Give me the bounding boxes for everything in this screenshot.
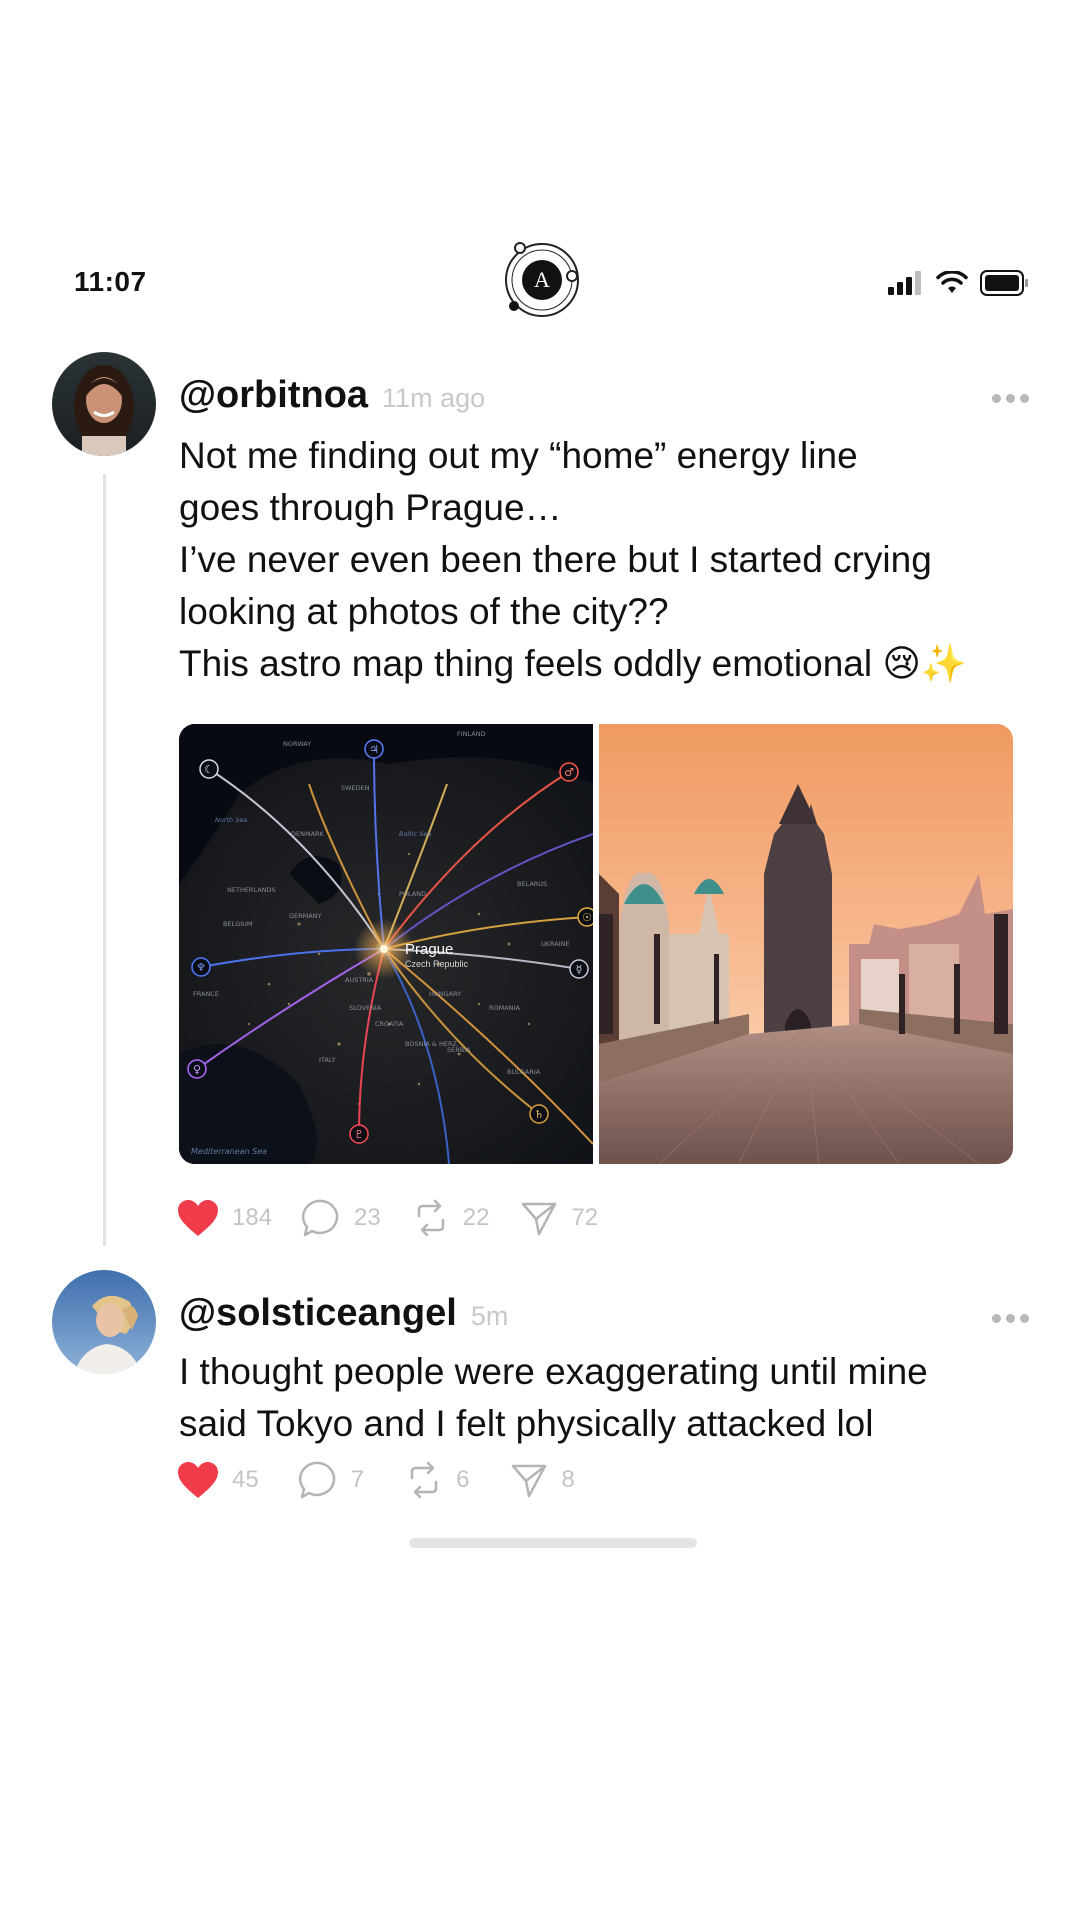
post-text-line: I thought people were exaggerating until… — [179, 1351, 928, 1392]
post-media-gallery[interactable]: ☾ ♃ ♂ ☉ ☿ ♆ ♀ ♇ ♄ NORWAY FINLAND SWEDEN … — [179, 724, 1013, 1164]
more-options-icon[interactable] — [992, 1312, 1032, 1324]
comment-count: 23 — [354, 1204, 381, 1231]
like-button[interactable]: 45 — [176, 1460, 259, 1500]
map-label: NORWAY — [283, 740, 311, 748]
map-label: Baltic Sea — [399, 830, 431, 838]
like-button[interactable]: 184 — [176, 1198, 272, 1238]
comment-button[interactable]: 23 — [302, 1198, 381, 1238]
status-time: 11:07 — [74, 266, 147, 297]
map-country-label: Czech Republic — [405, 959, 469, 969]
svg-text:♆: ♆ — [196, 961, 206, 974]
post-text: Not me finding out my “home” energy line… — [179, 430, 1009, 690]
map-label: SLOVENIA — [349, 1004, 382, 1012]
map-label: AUSTRIA — [345, 976, 374, 984]
map-label: ITALY — [319, 1056, 336, 1064]
svg-text:♂: ♂ — [564, 766, 574, 779]
map-label: North Sea — [215, 816, 247, 824]
heart-filled-icon — [178, 1462, 218, 1498]
post-text-line: This astro map thing feels oddly emotion… — [179, 643, 968, 684]
prague-photo-graphic — [599, 724, 1013, 1164]
map-label: CROATIA — [375, 1020, 404, 1028]
svg-text:♄: ♄ — [534, 1108, 544, 1121]
like-count: 184 — [232, 1204, 273, 1231]
send-paper-plane-icon — [512, 1464, 547, 1498]
post-header: @orbitnoa 11m ago — [179, 374, 485, 417]
username[interactable]: @orbitnoa — [179, 374, 368, 417]
astro-map-image[interactable]: ☾ ♃ ♂ ☉ ☿ ♆ ♀ ♇ ♄ NORWAY FINLAND SWEDEN … — [179, 724, 593, 1164]
post-text-line: Not me finding out my “home” energy line — [179, 435, 858, 476]
comment-bubble-icon — [302, 1199, 339, 1237]
status-icons — [888, 270, 1030, 296]
map-label: NETHERLANDS — [227, 886, 276, 894]
post-actions: 45 7 6 8 — [176, 1460, 605, 1500]
timestamp: 11m ago — [382, 383, 486, 413]
avatar[interactable] — [52, 352, 156, 456]
comment-button[interactable]: 7 — [298, 1460, 365, 1500]
svg-text:☉: ☉ — [582, 911, 592, 924]
map-label: BELARUS — [517, 880, 547, 888]
svg-text:♀: ♀ — [193, 1063, 201, 1076]
post-text: I thought people were exaggerating until… — [179, 1346, 1009, 1450]
orbit-logo-icon: A — [505, 242, 579, 317]
prague-bridge-photo[interactable] — [599, 724, 1013, 1164]
home-indicator[interactable] — [409, 1538, 697, 1548]
avatar-photo-woman-icon — [52, 352, 156, 456]
map-label: SERBIA — [447, 1046, 471, 1054]
map-label: DENMARK — [291, 830, 325, 838]
svg-text:☾: ☾ — [204, 763, 214, 776]
thread-line — [103, 474, 106, 1246]
avatar-photo-blonde-woman-icon — [52, 1270, 156, 1374]
post-header: @solsticeangel 5m — [179, 1292, 508, 1335]
logo-letter: A — [534, 267, 550, 292]
status-bar: 11:07 A — [0, 240, 1080, 330]
send-paper-plane-icon — [522, 1202, 557, 1236]
repost-button[interactable]: 6 — [404, 1460, 469, 1500]
map-label: SWEDEN — [341, 784, 370, 792]
more-options-icon[interactable] — [992, 392, 1032, 404]
battery-icon — [980, 270, 1028, 296]
share-button[interactable]: 72 — [519, 1198, 598, 1238]
svg-text:☿: ☿ — [576, 963, 583, 976]
share-button[interactable]: 8 — [509, 1460, 575, 1500]
map-label: POLAND — [399, 890, 426, 898]
repost-count: 6 — [456, 1466, 470, 1493]
repost-icon — [410, 1461, 438, 1499]
repost-button[interactable]: 22 — [411, 1198, 490, 1238]
map-label: FRANCE — [193, 990, 219, 998]
comment-bubble-icon — [298, 1461, 335, 1499]
avatar[interactable] — [52, 1270, 156, 1374]
map-label: HUNGARY — [429, 990, 461, 998]
svg-text:♇: ♇ — [354, 1128, 364, 1141]
repost-icon — [417, 1199, 444, 1237]
post-text-line: I’ve never even been there but I started… — [179, 539, 932, 580]
svg-text:♃: ♃ — [369, 743, 379, 756]
post-text-line: goes through Prague… — [179, 487, 562, 528]
post-text-line: said Tokyo and I felt physically attacke… — [179, 1403, 874, 1444]
post-actions: 184 23 22 72 — [176, 1198, 628, 1238]
comment-count: 7 — [350, 1466, 365, 1493]
cellular-signal-icon — [888, 271, 921, 295]
wifi-icon — [936, 271, 968, 293]
share-count: 72 — [571, 1204, 599, 1231]
map-label: UKRAINE — [541, 940, 570, 948]
share-count: 8 — [561, 1466, 575, 1493]
map-city-label: Prague — [405, 941, 453, 958]
map-label: BELGIUM — [223, 920, 253, 928]
map-label: BULGARIA — [507, 1068, 541, 1076]
username[interactable]: @solsticeangel — [179, 1292, 457, 1335]
repost-count: 22 — [462, 1204, 490, 1231]
astro-map-graphic: ☾ ♃ ♂ ☉ ☿ ♆ ♀ ♇ ♄ NORWAY FINLAND SWEDEN … — [179, 724, 593, 1164]
map-label: FINLAND — [457, 730, 486, 738]
like-count: 45 — [232, 1466, 259, 1493]
map-label: Mediterranean Sea — [191, 1147, 267, 1156]
timestamp: 5m — [470, 1301, 509, 1331]
post-text-line: looking at photos of the city?? — [179, 591, 669, 632]
heart-filled-icon — [178, 1200, 218, 1236]
app-logo[interactable]: A — [502, 240, 582, 320]
map-label: GERMANY — [289, 912, 322, 920]
map-label: ROMANIA — [489, 1004, 520, 1012]
